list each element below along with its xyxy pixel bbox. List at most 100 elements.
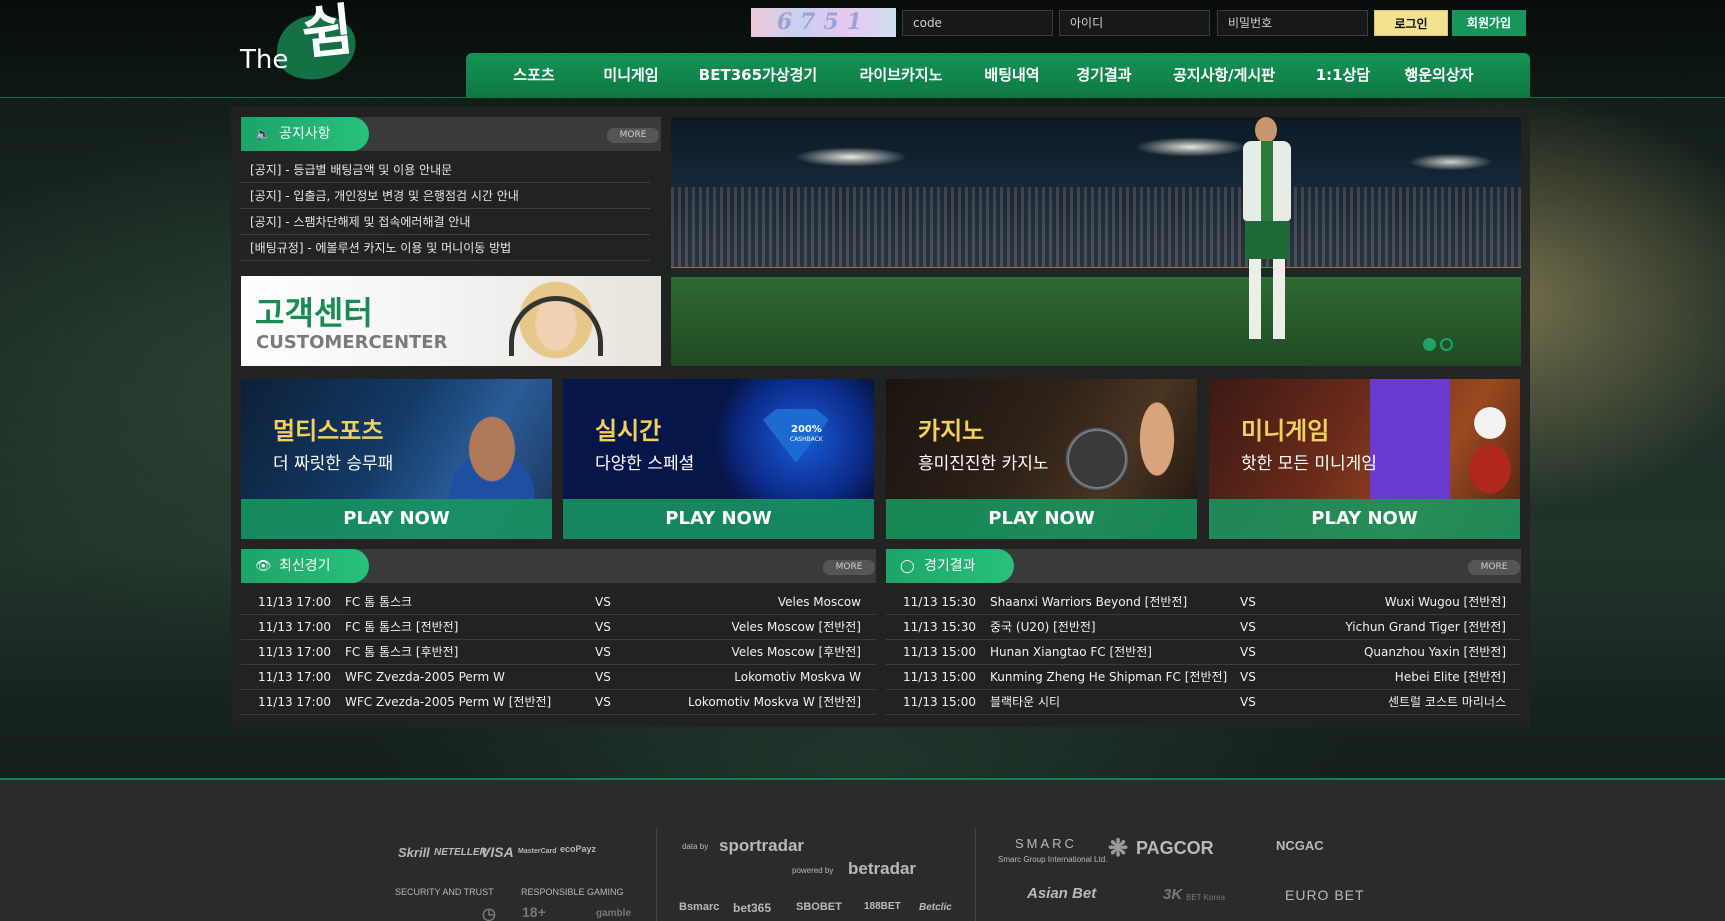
join-button[interactable]: 회원가입: [1452, 10, 1526, 36]
ecopayz-logo: ecoPayz: [560, 844, 597, 854]
card-minigame[interactable]: 미니게임 핫한 모든 미니게임 PLAY NOW: [1209, 379, 1520, 539]
result-row[interactable]: 11/13 15:30 Shaanxi Warriors Beyond [전반전…: [886, 590, 1521, 615]
game-datetime: 11/13 17:00: [258, 670, 331, 684]
id-input[interactable]: 아이디: [1059, 10, 1210, 36]
card-casino[interactable]: 카지노 흥미진진한 카지노 PLAY NOW: [886, 379, 1197, 539]
footer: Skrill NETELLER VISA MasterCard ecoPayz …: [0, 778, 1725, 921]
nav-results[interactable]: 경기결과: [1058, 53, 1150, 98]
game-datetime: 11/13 17:00: [258, 645, 331, 659]
slider-dots: [1423, 338, 1457, 354]
game-datetime: 11/13 17:00: [258, 695, 331, 709]
game-vs: VS: [595, 670, 611, 684]
pagcor-emblem-icon: ❋: [1108, 835, 1129, 862]
code-input[interactable]: code: [902, 10, 1053, 36]
provider-logo: 188BET: [864, 901, 901, 912]
smarc-subtitle: Smarc Group International Ltd.: [998, 855, 1108, 864]
play-now-button[interactable]: PLAY NOW: [563, 499, 874, 539]
notice-item[interactable]: [공지] - 등급별 배팅금액 및 이용 안내문: [240, 157, 650, 183]
game-vs: VS: [595, 620, 611, 634]
skrill-logo: Skrill: [398, 845, 430, 860]
notice-title: 공지사항: [279, 126, 331, 142]
notice-tab: 🔈 공지사항: [241, 117, 369, 151]
smarc-logo: SMARC: [1015, 836, 1077, 851]
nav-lucky-box[interactable]: 행운의상자: [1388, 53, 1490, 98]
main-nav: 스포츠 미니게임 BET365가상경기 라이브카지노 배팅내역 경기결과 공지사…: [466, 53, 1530, 98]
cashback-label: CASHBACK: [790, 436, 823, 443]
result-datetime: 11/13 15:00: [903, 645, 976, 659]
betkorea-label: BET Korea: [1186, 893, 1225, 902]
captcha-image: 6751: [751, 8, 896, 37]
notice-more-button[interactable]: MORE: [607, 128, 659, 143]
top-bar: The 쉼 6751 code 아이디 비밀번호 로그인 회원가입 스포츠 미니…: [0, 0, 1725, 98]
play-now-button[interactable]: PLAY NOW: [1209, 499, 1520, 539]
play-now-button[interactable]: PLAY NOW: [241, 499, 552, 539]
site-logo[interactable]: The 쉼: [240, 0, 363, 88]
card-multisports[interactable]: 멀티스포츠 더 짜릿한 승무패 PLAY NOW: [241, 379, 552, 539]
security-label: SECURITY AND TRUST: [395, 887, 494, 897]
cashback-percent: 200%: [791, 424, 822, 435]
play-now-button[interactable]: PLAY NOW: [886, 499, 1197, 539]
card-title: 멀티스포츠: [273, 417, 384, 445]
customer-center-banner[interactable]: 고객센터 CUSTOMERCENTER: [241, 276, 661, 366]
result-away: 센트럴 코스트 마리너스: [1387, 695, 1506, 709]
result-row[interactable]: 11/13 15:00 Hunan Xiangtao FC [전반전] VS Q…: [886, 640, 1521, 665]
hero-slider[interactable]: [671, 117, 1521, 366]
result-row[interactable]: 11/13 15:00 Kunming Zheng He Shipman FC …: [886, 665, 1521, 690]
game-away: Veles Moscow [전반전]: [731, 620, 861, 634]
game-row[interactable]: 11/13 17:00 WFC Zvezda-2005 Perm W [전반전]…: [241, 690, 876, 715]
game-home: WFC Zvezda-2005 Perm W [전반전]: [345, 695, 552, 709]
result-datetime: 11/13 15:30: [903, 620, 976, 634]
card-live[interactable]: 200% CASHBACK 실시간 다양한 스페셜 PLAY NOW: [563, 379, 874, 539]
nav-support[interactable]: 1:1상담: [1298, 53, 1388, 98]
latest-games-more-button[interactable]: MORE: [823, 560, 875, 575]
panda-slot-art: [1360, 379, 1520, 499]
game-vs: VS: [595, 645, 611, 659]
result-home: Shaanxi Warriors Beyond [전반전]: [990, 595, 1188, 609]
notice-item[interactable]: [공지] - 스팸차단해제 및 접속에러해결 안내: [240, 209, 650, 235]
notice-item[interactable]: [공지] - 입출금, 개인정보 변경 및 은행점검 시간 안내: [240, 183, 650, 209]
ncgac-logo: NCGAC: [1276, 838, 1324, 853]
customer-center-english: CUSTOMERCENTER: [256, 332, 448, 353]
slider-dot-active[interactable]: [1423, 338, 1436, 351]
responsible-label: RESPONSIBLE GAMING: [521, 887, 624, 897]
card-title: 미니게임: [1241, 417, 1330, 445]
password-input[interactable]: 비밀번호: [1217, 10, 1368, 36]
game-home: FC 톰 톰스크 [후반전]: [345, 645, 459, 659]
nav-sports[interactable]: 스포츠: [486, 53, 582, 98]
nav-bet365-virtual[interactable]: BET365가상경기: [680, 53, 836, 98]
game-row[interactable]: 11/13 17:00 FC 톰 톰스크 [전반전] VS Veles Mosc…: [241, 615, 876, 640]
game-row[interactable]: 11/13 17:00 FC 톰 톰스크 VS Veles Moscow: [241, 590, 876, 615]
speaker-icon: 🔈: [255, 127, 272, 142]
mastercard-logo: MasterCard: [518, 848, 557, 855]
nav-notice-board[interactable]: 공지사항/게시판: [1150, 53, 1298, 98]
eurobet-logo: EURO BET: [1285, 887, 1365, 903]
game-row[interactable]: 11/13 17:00 WFC Zvezda-2005 Perm W VS Lo…: [241, 665, 876, 690]
provider-logo: bet365: [733, 901, 772, 915]
visa-logo: VISA: [481, 844, 514, 860]
nav-bet-history[interactable]: 배팅내역: [966, 53, 1058, 98]
clock-icon: ◷: [482, 906, 496, 921]
stadium-crowd: [671, 187, 1521, 277]
3k-logo: 3K: [1163, 886, 1183, 903]
footer-divider: [656, 828, 657, 921]
neteller-logo: NETELLER: [434, 847, 487, 858]
result-row[interactable]: 11/13 15:30 중국 (U20) [전반전] VS Yichun Gra…: [886, 615, 1521, 640]
card-title: 실시간: [595, 417, 662, 445]
slider-dot[interactable]: [1440, 338, 1453, 351]
medal-icon: ◯: [900, 559, 915, 574]
result-vs: VS: [1240, 595, 1256, 609]
result-home: Kunming Zheng He Shipman FC [전반전]: [990, 670, 1228, 684]
result-home: 중국 (U20) [전반전]: [990, 620, 1096, 634]
notice-header: 🔈 공지사항 MORE: [241, 117, 661, 151]
results-tab: ◯ 경기결과: [886, 549, 1014, 583]
nav-live-casino[interactable]: 라이브카지노: [836, 53, 966, 98]
result-row[interactable]: 11/13 15:00 블랙타운 시티 VS 센트럴 코스트 마리너스: [886, 690, 1521, 715]
results-more-button[interactable]: MORE: [1468, 560, 1520, 575]
pagcor-logo: PAGCOR: [1136, 838, 1214, 858]
nav-minigame[interactable]: 미니게임: [582, 53, 680, 98]
login-button[interactable]: 로그인: [1374, 10, 1448, 36]
player-figure: [1231, 117, 1301, 366]
notice-item[interactable]: [배팅규정] - 에볼루션 카지노 이용 및 머니이동 방법: [240, 235, 650, 261]
result-vs: VS: [1240, 695, 1256, 709]
game-row[interactable]: 11/13 17:00 FC 톰 톰스크 [후반전] VS Veles Mosc…: [241, 640, 876, 665]
